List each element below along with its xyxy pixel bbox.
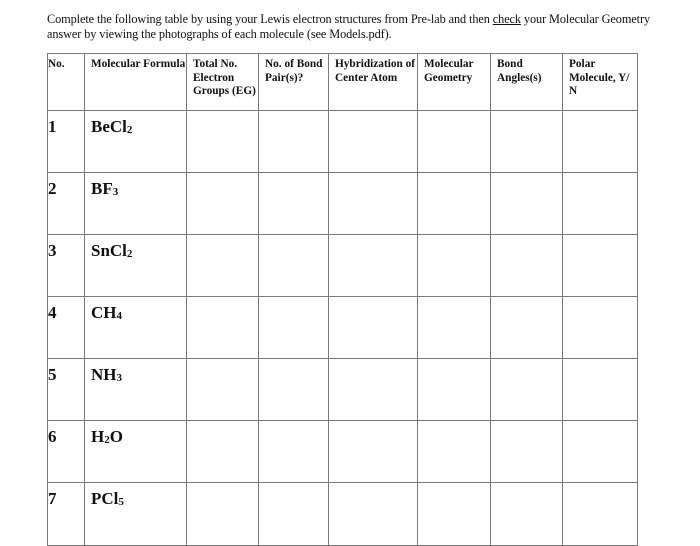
answer-cell-molecular-geometry[interactable] (417, 358, 491, 421)
answer-cell-bond-pairs[interactable] (258, 110, 329, 173)
answer-cell-polar-molecule[interactable] (562, 110, 638, 173)
answer-cell-bond-pairs[interactable] (258, 296, 329, 359)
table-row: 5 NH3 (47, 358, 638, 421)
instructions-part1: Complete the following table by using yo… (47, 12, 493, 26)
row-number: 7 (47, 482, 85, 546)
answer-cell-bond-angles[interactable] (490, 482, 563, 546)
answer-cell-polar-molecule[interactable] (562, 482, 638, 546)
answer-cell-hybridization[interactable] (328, 420, 418, 483)
table-row: 1 BeCl2 (47, 110, 638, 173)
table-row: 3 SnCl2 (47, 234, 638, 297)
row-number: 3 (47, 234, 85, 297)
answer-cell-polar-molecule[interactable] (562, 234, 638, 297)
answer-cell-molecular-geometry[interactable] (417, 420, 491, 483)
formula-text: BF (91, 179, 113, 198)
formula-subscript: 2 (126, 248, 133, 260)
answer-cell-polar-molecule[interactable] (562, 420, 638, 483)
answer-cell-hybridization[interactable] (328, 358, 418, 421)
table-row: 6 H2O (47, 420, 638, 483)
molecular-formula: CH4 (84, 296, 187, 359)
answer-cell-hybridization[interactable] (328, 172, 418, 235)
header-molecular-formula: Molecular Formula (84, 53, 187, 111)
answer-cell-bond-pairs[interactable] (258, 482, 329, 546)
molecular-formula: BF3 (84, 172, 187, 235)
formula-subscript: 2 (126, 124, 133, 136)
molecular-formula: PCl5 (84, 482, 187, 546)
answer-cell-bond-angles[interactable] (490, 358, 563, 421)
header-bond-angles: Bond Angles(s) (490, 53, 563, 111)
row-number: 2 (47, 172, 85, 235)
formula-text: SnCl (91, 241, 127, 260)
formula-subscript: 5 (118, 496, 124, 508)
formula-subscript: 4 (116, 310, 123, 322)
answer-cell-bond-angles[interactable] (490, 110, 563, 173)
answer-cell-bond-angles[interactable] (490, 420, 563, 483)
formula-subscript: 3 (116, 372, 123, 384)
header-polar-molecule: Polar Molecule, Y/ N (562, 53, 638, 111)
header-molecular-geometry: Molecular Geometry (417, 53, 491, 111)
answer-cell-bond-angles[interactable] (490, 172, 563, 235)
answer-cell-bond-angles[interactable] (490, 296, 563, 359)
formula-text: CH (91, 303, 117, 322)
molecular-formula: NH3 (84, 358, 187, 421)
formula-text: O (109, 427, 123, 446)
molecular-geometry-table: No. Molecular Formula Total No. Electron… (47, 53, 638, 546)
answer-cell-molecular-geometry[interactable] (417, 234, 491, 297)
row-number: 6 (47, 420, 85, 483)
formula-text: PCl (91, 489, 119, 508)
header-bond-pairs: No. of Bond Pair(s)? (258, 53, 329, 111)
answer-cell-hybridization[interactable] (328, 482, 418, 546)
instructions-text: Complete the following table by using yo… (47, 12, 677, 42)
molecular-formula: SnCl2 (84, 234, 187, 297)
header-no: No. (47, 53, 85, 111)
answer-cell-polar-molecule[interactable] (562, 296, 638, 359)
answer-cell-total-electron-groups[interactable] (186, 482, 259, 546)
answer-cell-hybridization[interactable] (328, 234, 418, 297)
answer-cell-polar-molecule[interactable] (562, 358, 638, 421)
answer-cell-molecular-geometry[interactable] (417, 110, 491, 173)
answer-cell-bond-angles[interactable] (490, 234, 563, 297)
answer-cell-molecular-geometry[interactable] (417, 482, 491, 546)
answer-cell-total-electron-groups[interactable] (186, 420, 259, 483)
answer-cell-total-electron-groups[interactable] (186, 172, 259, 235)
table-row: 7 PCl5 (47, 482, 638, 546)
answer-cell-total-electron-groups[interactable] (186, 234, 259, 297)
answer-cell-total-electron-groups[interactable] (186, 358, 259, 421)
row-number: 1 (47, 110, 85, 173)
molecular-formula: H2O (84, 420, 187, 483)
row-number: 4 (47, 296, 85, 359)
molecular-formula: BeCl2 (84, 110, 187, 173)
answer-cell-total-electron-groups[interactable] (186, 296, 259, 359)
answer-cell-hybridization[interactable] (328, 296, 418, 359)
underlined-check-word: check (492, 12, 521, 26)
answer-cell-total-electron-groups[interactable] (186, 110, 259, 173)
header-hybridization: Hybridization of Center Atom (328, 53, 418, 111)
formula-text: H (91, 427, 105, 446)
table-row: 2 BF3 (47, 172, 638, 235)
answer-cell-molecular-geometry[interactable] (417, 172, 491, 235)
answer-cell-polar-molecule[interactable] (562, 172, 638, 235)
answer-cell-bond-pairs[interactable] (258, 234, 329, 297)
answer-cell-bond-pairs[interactable] (258, 420, 329, 483)
header-row: No. Molecular Formula Total No. Electron… (47, 53, 638, 111)
formula-subscript: 3 (112, 186, 119, 198)
answer-cell-bond-pairs[interactable] (258, 358, 329, 421)
row-number: 5 (47, 358, 85, 421)
header-total-electron-groups: Total No. Electron Groups (EG) (186, 53, 259, 111)
answer-cell-molecular-geometry[interactable] (417, 296, 491, 359)
table-row: 4 CH4 (47, 296, 638, 359)
formula-text: NH (91, 365, 117, 384)
formula-text: BeCl (91, 117, 127, 136)
answer-cell-bond-pairs[interactable] (258, 172, 329, 235)
answer-cell-hybridization[interactable] (328, 110, 418, 173)
